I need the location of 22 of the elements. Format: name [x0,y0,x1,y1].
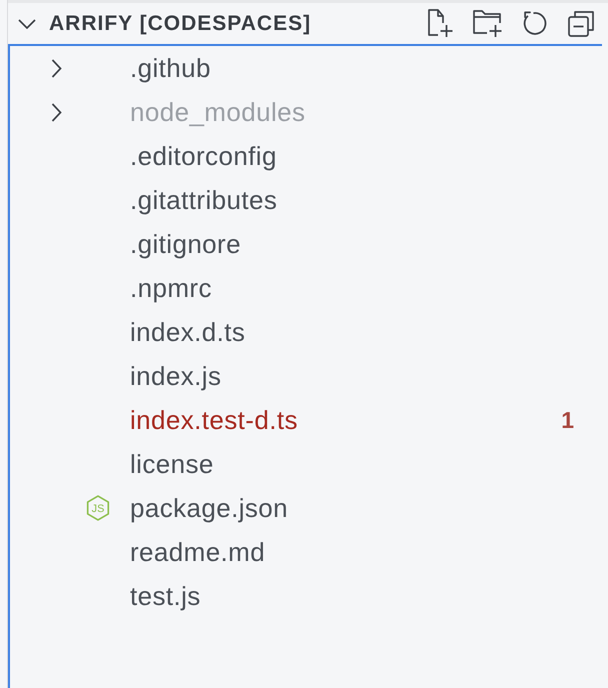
file-name[interactable]: readme.md [130,536,266,568]
chevron-right-icon[interactable] [50,58,62,78]
new-file-icon[interactable] [428,9,453,38]
problem-count: 1 [561,406,574,434]
refresh-icon[interactable] [523,11,548,36]
file-name[interactable]: .gitattributes [130,184,278,216]
file-name[interactable]: .npmrc [130,272,212,304]
chevron-down-icon[interactable] [18,18,36,28]
chevron-right-icon[interactable] [50,102,62,122]
file-name[interactable]: index.d.ts [130,316,246,348]
file-name[interactable]: index.js [130,360,222,392]
file-name[interactable]: index.test-d.ts [130,404,298,436]
section-title[interactable]: ARRIFY [CODESPACES] [49,12,312,36]
file-name[interactable]: .gitignore [130,228,241,260]
hexagon-icon: JS [86,495,110,521]
collapse-all-icon[interactable] [568,10,594,36]
folder-name[interactable]: .github [130,52,211,84]
file-name[interactable]: test.js [130,580,201,612]
new-folder-icon[interactable] [473,9,503,38]
file-name[interactable]: license [130,448,214,480]
file-name[interactable]: .editorconfig [130,140,277,172]
file-name[interactable]: package.json [130,492,288,524]
